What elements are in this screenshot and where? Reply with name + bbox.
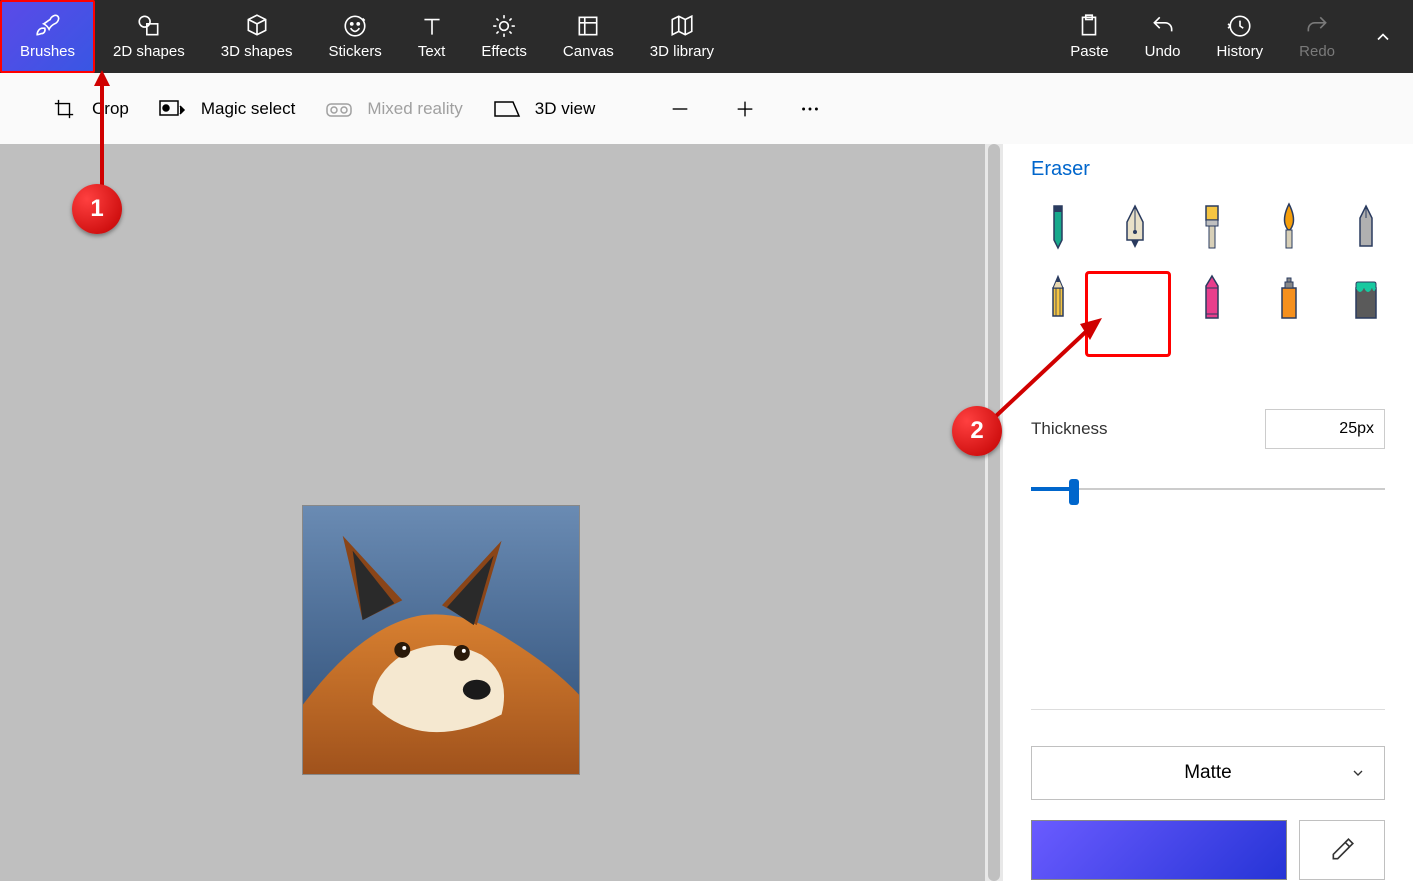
- zoom-in-button[interactable]: [730, 94, 760, 124]
- toolbar-label: 2D shapes: [113, 43, 185, 60]
- brush-oil-brush[interactable]: [1185, 199, 1239, 253]
- watercolor-icon: [1271, 202, 1307, 250]
- brush-icon: [35, 13, 61, 39]
- brush-crayon[interactable]: [1185, 271, 1239, 325]
- toolbar-2d-shapes[interactable]: 2D shapes: [95, 0, 203, 73]
- toolbar-stickers[interactable]: Stickers: [310, 0, 399, 73]
- toolbar-history[interactable]: History: [1198, 0, 1281, 73]
- vertical-scrollbar[interactable]: [985, 144, 1003, 881]
- sub-label: 3D view: [535, 99, 595, 119]
- sub-label: Mixed reality: [367, 99, 462, 119]
- 3d-view-button[interactable]: 3D view: [493, 98, 595, 120]
- crayon-icon: [1194, 274, 1230, 322]
- toolbar-3d-library[interactable]: 3D library: [632, 0, 732, 73]
- more-options-button[interactable]: [795, 94, 825, 124]
- toolbar-effects[interactable]: Effects: [463, 0, 545, 73]
- spray-can-icon: [1271, 274, 1307, 322]
- crop-icon: [50, 98, 78, 120]
- paste-icon: [1076, 13, 1102, 39]
- toolbar-3d-shapes[interactable]: 3D shapes: [203, 0, 311, 73]
- crop-button[interactable]: Crop: [50, 98, 129, 120]
- shapes-2d-icon: [136, 13, 162, 39]
- sub-label: Crop: [92, 99, 129, 119]
- panel-divider: [1031, 709, 1385, 710]
- brush-watercolor[interactable]: [1262, 199, 1316, 253]
- toolbar-label: Brushes: [20, 43, 75, 60]
- brush-pixel-pen[interactable]: [1339, 199, 1393, 253]
- brush-eraser-selected[interactable]: [1085, 271, 1171, 357]
- stickers-icon: [342, 13, 368, 39]
- chevron-up-icon: [1373, 27, 1393, 47]
- pixel-pen-icon: [1348, 202, 1384, 250]
- toolbar-canvas[interactable]: Canvas: [545, 0, 632, 73]
- toolbar-text[interactable]: Text: [400, 0, 464, 73]
- brush-picker: [1031, 199, 1385, 357]
- annotation-marker-1: 1: [72, 184, 122, 234]
- magic-select-icon: [159, 98, 187, 120]
- magic-select-button[interactable]: Magic select: [159, 98, 295, 120]
- chevron-down-icon: [1350, 765, 1366, 781]
- effects-icon: [491, 13, 517, 39]
- brush-fill[interactable]: [1339, 271, 1393, 325]
- toolbar-label: 3D library: [650, 43, 714, 60]
- canvas-workspace[interactable]: [0, 144, 1003, 881]
- thickness-input[interactable]: [1265, 409, 1385, 449]
- fill-bucket-icon: [1348, 274, 1384, 322]
- toolbar-label: Stickers: [328, 43, 381, 60]
- secondary-toolbar: Crop Magic select Mixed reality 3D view: [0, 73, 1413, 144]
- calligraphy-pen-icon: [1117, 202, 1153, 250]
- toolbar-label: Undo: [1145, 43, 1181, 60]
- brush-calligraphy-pen[interactable]: [1108, 199, 1162, 253]
- brush-spray-can[interactable]: [1262, 271, 1316, 325]
- material-value: Matte: [1184, 762, 1232, 784]
- text-icon: [419, 13, 445, 39]
- shapes-3d-icon: [244, 13, 270, 39]
- mixed-reality-button: Mixed reality: [325, 98, 462, 120]
- toolbar-label: History: [1216, 43, 1263, 60]
- undo-icon: [1150, 13, 1176, 39]
- eyedropper-button[interactable]: [1299, 820, 1385, 880]
- marker-icon: [1040, 202, 1076, 250]
- redo-icon: [1304, 13, 1330, 39]
- plus-icon: [734, 98, 756, 120]
- ellipsis-icon: [799, 98, 821, 120]
- view-3d-icon: [493, 98, 521, 120]
- main-toolbar: Brushes 2D shapes 3D shapes Stickers Tex…: [0, 0, 1413, 73]
- minus-icon: [669, 98, 691, 120]
- toolbar-label: Canvas: [563, 43, 614, 60]
- brush-marker[interactable]: [1031, 199, 1085, 253]
- canvas-image[interactable]: [302, 505, 580, 775]
- pencil-icon: [1040, 274, 1076, 322]
- current-color-swatch[interactable]: [1031, 820, 1287, 880]
- fox-image: [303, 506, 579, 774]
- zoom-out-button[interactable]: [665, 94, 695, 124]
- toolbar-label: Text: [418, 43, 446, 60]
- oil-brush-icon: [1194, 202, 1230, 250]
- material-select[interactable]: Matte: [1031, 746, 1385, 800]
- toolbar-undo[interactable]: Undo: [1127, 0, 1199, 73]
- annotation-marker-2: 2: [952, 406, 1002, 456]
- eyedropper-icon: [1329, 837, 1355, 863]
- sub-label: Magic select: [201, 99, 295, 119]
- thickness-slider[interactable]: [1031, 479, 1385, 499]
- thickness-label: Thickness: [1031, 419, 1108, 439]
- panel-title: Eraser: [1031, 158, 1385, 181]
- toolbar-label: Effects: [481, 43, 527, 60]
- brush-properties-panel: Eraser: [1003, 144, 1413, 881]
- eraser-icon: [1110, 288, 1146, 336]
- canvas-icon: [575, 13, 601, 39]
- toolbar-collapse[interactable]: [1353, 0, 1413, 73]
- brush-pencil[interactable]: [1031, 271, 1085, 325]
- toolbar-label: Paste: [1070, 43, 1108, 60]
- toolbar-redo: Redo: [1281, 0, 1353, 73]
- slider-thumb[interactable]: [1069, 479, 1079, 505]
- toolbar-brushes[interactable]: Brushes: [0, 0, 95, 73]
- toolbar-paste[interactable]: Paste: [1052, 0, 1126, 73]
- history-icon: [1227, 13, 1253, 39]
- toolbar-label: Redo: [1299, 43, 1335, 60]
- library-3d-icon: [669, 13, 695, 39]
- mixed-reality-icon: [325, 98, 353, 120]
- toolbar-label: 3D shapes: [221, 43, 293, 60]
